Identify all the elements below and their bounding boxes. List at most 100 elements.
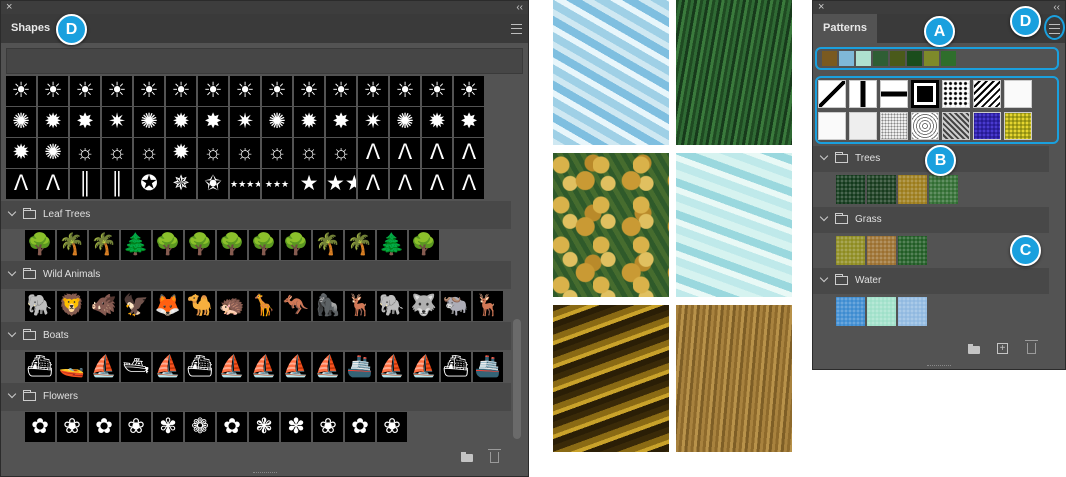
group-boats[interactable]: Boats — [1, 322, 511, 350]
tree-shape-tile[interactable]: 🌳 — [185, 230, 215, 260]
pattern-tile[interactable] — [973, 112, 1001, 140]
pattern-tile[interactable] — [880, 112, 908, 140]
tree-shape-tile[interactable]: 🌴 — [345, 230, 375, 260]
top-shape-tile[interactable]: ᐱ — [390, 138, 420, 168]
top-shape-tile[interactable]: ✸ — [326, 107, 356, 137]
boat-shape-tile[interactable]: ⛵ — [217, 352, 247, 382]
collapse-icon[interactable]: ‹‹ — [1053, 1, 1060, 14]
pattern-swatch[interactable] — [929, 175, 958, 204]
boat-shape-tile[interactable]: ⛴ — [25, 352, 55, 382]
animal-shape-tile[interactable]: 🐗 — [89, 291, 119, 321]
recent-pattern-swatch[interactable] — [924, 51, 939, 66]
group-water[interactable]: Water — [813, 268, 1049, 294]
tree-shape-tile[interactable]: 🌳 — [217, 230, 247, 260]
top-shape-tile[interactable]: ☼ — [262, 138, 292, 168]
top-shape-tile[interactable]: ☼ — [102, 138, 132, 168]
close-icon[interactable]: × — [6, 1, 12, 14]
recent-pattern-swatch[interactable] — [873, 51, 888, 66]
pattern-swatch[interactable] — [898, 175, 927, 204]
boat-shape-tile[interactable]: 🚢 — [473, 352, 503, 382]
top-shape-tile[interactable]: ✹ — [294, 107, 324, 137]
pattern-tile[interactable] — [1004, 112, 1032, 140]
pattern-tile[interactable] — [818, 112, 846, 140]
top-shape-tile[interactable]: ᐱ — [38, 169, 68, 199]
top-shape-tile[interactable]: ✺ — [134, 107, 164, 137]
animal-shape-tile[interactable]: 🐘 — [377, 291, 407, 321]
collapse-icon[interactable]: ‹‹ — [516, 1, 523, 14]
top-shape-tile[interactable]: ✹ — [422, 107, 452, 137]
recent-pattern-swatch[interactable] — [822, 51, 837, 66]
top-shape-tile[interactable]: ✺ — [6, 107, 36, 137]
boat-shape-tile[interactable]: ⛵ — [409, 352, 439, 382]
resize-handle[interactable] — [927, 365, 951, 368]
top-shape-tile[interactable]: ║ — [70, 169, 100, 199]
top-shape-tile[interactable]: ✺ — [390, 107, 420, 137]
new-pattern-icon[interactable]: + — [997, 343, 1008, 354]
flower-shape-tile[interactable]: ❃ — [249, 412, 279, 442]
animal-shape-tile[interactable]: 🐺 — [409, 291, 439, 321]
top-shape-tile[interactable]: ᐱ — [422, 138, 452, 168]
pattern-tile[interactable] — [849, 80, 877, 108]
group-grass[interactable]: Grass — [813, 207, 1049, 233]
top-shape-tile[interactable]: ☀ — [70, 76, 100, 106]
top-shape-tile[interactable]: ✹ — [166, 138, 196, 168]
top-shape-tile[interactable]: ☀ — [102, 76, 132, 106]
pattern-tile[interactable] — [880, 80, 908, 108]
tree-shape-tile[interactable]: 🌴 — [57, 230, 87, 260]
top-shape-tile[interactable]: ☀ — [198, 76, 228, 106]
top-shape-tile[interactable]: ☼ — [70, 138, 100, 168]
flower-shape-tile[interactable]: ❀ — [313, 412, 343, 442]
top-shape-tile[interactable]: ☼ — [134, 138, 164, 168]
pattern-tile[interactable] — [818, 80, 846, 108]
flower-shape-tile[interactable]: ✿ — [89, 412, 119, 442]
flower-shape-tile[interactable]: ✿ — [345, 412, 375, 442]
top-shape-tile[interactable]: ᐱ — [358, 169, 388, 199]
tree-shape-tile[interactable]: 🌳 — [249, 230, 279, 260]
recent-pattern-swatch[interactable] — [856, 51, 871, 66]
top-shape-tile[interactable]: ✺ — [38, 138, 68, 168]
flower-shape-tile[interactable]: ❀ — [121, 412, 151, 442]
tab-patterns[interactable]: Patterns — [813, 14, 878, 43]
top-shape-tile[interactable]: ☼ — [230, 138, 260, 168]
pattern-swatch[interactable] — [836, 236, 865, 265]
flower-shape-tile[interactable]: ❀ — [377, 412, 407, 442]
pattern-tile[interactable] — [1004, 80, 1032, 108]
top-shape-tile[interactable]: ★★★★ — [230, 169, 260, 199]
pattern-swatch[interactable] — [898, 236, 927, 265]
pattern-tile[interactable] — [911, 112, 939, 140]
top-shape-tile[interactable]: ✸ — [454, 107, 484, 137]
pattern-tile[interactable] — [942, 112, 970, 140]
top-shape-tile[interactable]: ☀ — [390, 76, 420, 106]
boat-shape-tile[interactable]: ⛵ — [281, 352, 311, 382]
flower-shape-tile[interactable]: ✿ — [25, 412, 55, 442]
tree-shape-tile[interactable]: 🌳 — [25, 230, 55, 260]
recent-pattern-swatch[interactable] — [890, 51, 905, 66]
boat-shape-tile[interactable]: 🛥 — [121, 352, 151, 382]
top-shape-tile[interactable]: ☀ — [326, 76, 356, 106]
boat-shape-tile[interactable]: ⛵ — [313, 352, 343, 382]
tree-shape-tile[interactable]: 🌳 — [281, 230, 311, 260]
top-shape-tile[interactable]: ✷ — [230, 107, 260, 137]
boat-shape-tile[interactable]: ⛵ — [377, 352, 407, 382]
top-shape-tile[interactable]: ✹ — [6, 138, 36, 168]
pattern-swatch[interactable] — [898, 297, 927, 326]
top-shape-tile[interactable]: ☀ — [134, 76, 164, 106]
tree-shape-tile[interactable]: 🌴 — [89, 230, 119, 260]
top-shape-tile[interactable]: ✪ — [134, 169, 164, 199]
top-shape-tile[interactable]: ★★★ — [262, 169, 292, 199]
boat-shape-tile[interactable]: ⛴ — [185, 352, 215, 382]
top-shape-tile[interactable]: ✷ — [102, 107, 132, 137]
recent-pattern-swatch[interactable] — [839, 51, 854, 66]
animal-shape-tile[interactable]: 🦔 — [217, 291, 247, 321]
animal-shape-tile[interactable]: 🦅 — [121, 291, 151, 321]
flower-shape-tile[interactable]: ❁ — [185, 412, 215, 442]
trash-icon[interactable] — [488, 449, 501, 463]
pattern-tile[interactable] — [942, 80, 970, 108]
pattern-tile[interactable] — [849, 112, 877, 140]
top-shape-tile[interactable]: ✵ — [166, 169, 196, 199]
boat-shape-tile[interactable]: 🚢 — [345, 352, 375, 382]
top-shape-tile[interactable]: ☀ — [422, 76, 452, 106]
top-shape-tile[interactable]: ☼ — [198, 138, 228, 168]
pattern-swatch[interactable] — [867, 175, 896, 204]
animal-shape-tile[interactable]: 🦌 — [473, 291, 503, 321]
